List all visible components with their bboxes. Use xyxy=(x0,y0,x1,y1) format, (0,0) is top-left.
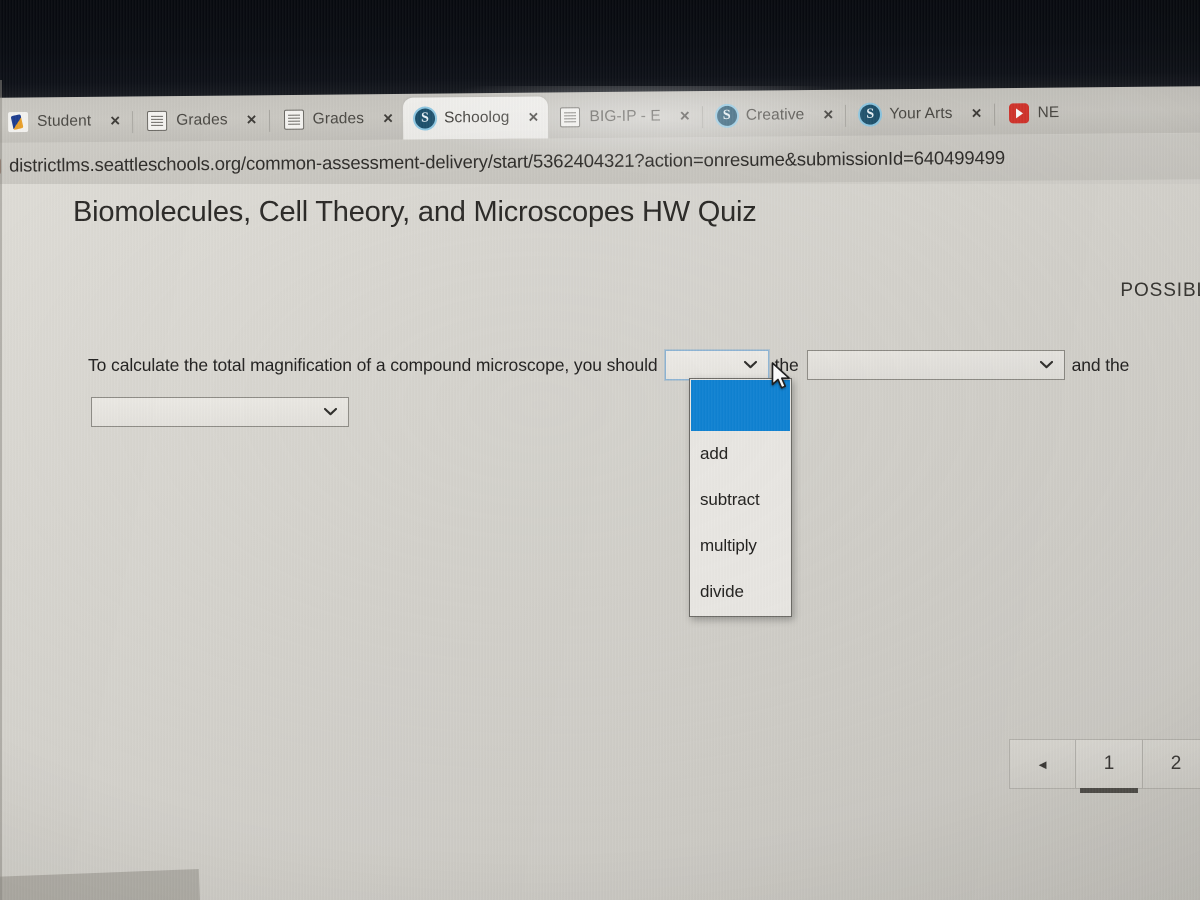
tab-close-icon[interactable]: × xyxy=(674,105,696,127)
tab-title: Grades xyxy=(176,111,228,129)
dropdown-option-divide[interactable]: divide xyxy=(691,569,790,615)
browser-tab-your-arts[interactable]: Your Arts × xyxy=(848,93,992,136)
operation-select-1[interactable] xyxy=(664,350,769,380)
browser-tab-student[interactable]: Student × xyxy=(0,100,130,143)
document-favicon-icon xyxy=(147,110,168,131)
operation-dropdown-menu[interactable]: add subtract multiply divide xyxy=(689,378,792,617)
tab-divider xyxy=(993,103,995,126)
schoology-favicon-icon xyxy=(414,108,436,129)
browser-address-bar[interactable]: districtlms.seattleschools.org/common-as… xyxy=(0,133,1200,189)
browser-tab-grades-1[interactable]: Grades × xyxy=(135,99,267,142)
dropdown-option-blank[interactable] xyxy=(691,380,790,431)
tab-close-icon[interactable]: × xyxy=(377,108,399,130)
question-text-middle: the xyxy=(774,354,799,375)
tab-title: Your Arts xyxy=(889,104,953,123)
tab-divider xyxy=(845,104,847,127)
tab-divider xyxy=(132,111,134,134)
tab-close-icon[interactable]: × xyxy=(104,110,126,132)
operation-select-2[interactable] xyxy=(806,350,1065,380)
tab-close-icon[interactable]: × xyxy=(965,103,987,125)
tab-title: Creative xyxy=(745,106,805,124)
tab-title: NE xyxy=(1037,104,1060,122)
address-bar-url: districtlms.seattleschools.org/common-as… xyxy=(8,146,1006,176)
schoology-favicon-icon xyxy=(716,105,737,126)
operation-select-3[interactable] xyxy=(91,397,349,427)
triangle-left-icon: ◄ xyxy=(1036,756,1049,772)
tab-close-icon[interactable]: × xyxy=(522,107,544,129)
browser-tab-creative[interactable]: Creative × xyxy=(705,94,844,137)
chevron-down-icon xyxy=(324,407,337,416)
tab-close-icon[interactable]: × xyxy=(241,109,263,131)
pagination-prev-button[interactable]: ◄ xyxy=(1009,739,1076,789)
student-favicon-icon xyxy=(7,112,29,133)
document-favicon-icon xyxy=(283,109,304,130)
document-favicon-icon xyxy=(560,107,581,128)
monitor-bezel-left xyxy=(0,80,2,900)
monitor-bezel-top xyxy=(0,0,1200,98)
tab-title: Grades xyxy=(312,110,365,128)
screen-photo: Student × Grades × Grades × Schoolog × xyxy=(0,0,1200,900)
tab-title: BIG-IP - E xyxy=(589,107,661,126)
pagination-page-2[interactable]: 2 xyxy=(1143,739,1200,789)
dropdown-option-multiply[interactable]: multiply xyxy=(691,523,790,569)
question-text-after: and the xyxy=(1071,354,1130,375)
tab-divider xyxy=(701,106,703,129)
chevron-down-icon xyxy=(1039,360,1053,369)
tab-title: Schoolog xyxy=(443,108,510,127)
dropdown-option-subtract[interactable]: subtract xyxy=(691,477,790,523)
browser-tab-youtube[interactable]: NE xyxy=(996,92,1063,135)
question-text-before: To calculate the total magnification of … xyxy=(88,354,658,375)
tab-close-icon[interactable]: × xyxy=(817,104,839,126)
pagination: ◄ 1 2 xyxy=(1009,739,1200,793)
youtube-favicon-icon xyxy=(1008,103,1029,124)
browser-tab-grades-2[interactable]: Grades × xyxy=(271,98,403,141)
schoology-favicon-icon xyxy=(860,104,881,125)
possible-points-label: POSSIBL xyxy=(1120,280,1200,301)
question-row: To calculate the total magnification of … xyxy=(88,350,1129,380)
quiz-page-body: Biomolecules, Cell Theory, and Microscop… xyxy=(0,184,1200,900)
dropdown-option-add[interactable]: add xyxy=(691,431,790,477)
chevron-down-icon xyxy=(743,360,757,369)
tab-divider xyxy=(268,109,270,132)
tab-title: Student xyxy=(36,112,92,130)
page-title: Biomolecules, Cell Theory, and Microscop… xyxy=(73,196,757,228)
browser-tab-bigip[interactable]: BIG-IP - E × xyxy=(548,95,700,138)
browser-chrome: Student × Grades × Grades × Schoolog × xyxy=(0,0,1200,900)
pagination-page-1[interactable]: 1 xyxy=(1076,739,1143,793)
browser-tab-schoology-active[interactable]: Schoolog × xyxy=(402,96,549,140)
